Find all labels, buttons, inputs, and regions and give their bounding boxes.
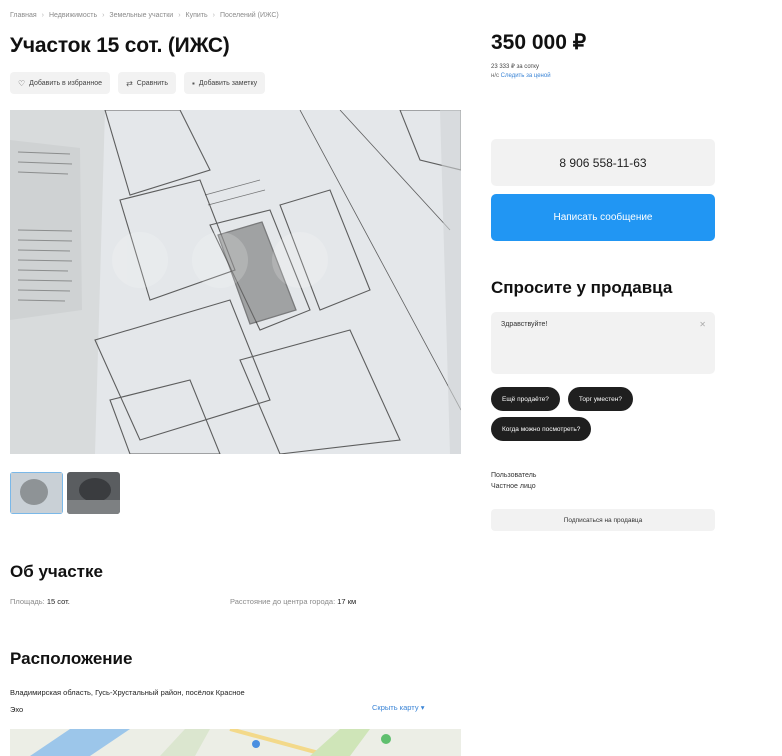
ask-seller-heading: Спросите у продавца	[491, 278, 673, 297]
note-icon: ▪	[191, 78, 195, 88]
param-area-value: 15 сот.	[46, 597, 70, 606]
heart-icon: ♡	[18, 78, 26, 88]
breadcrumb-separator: ›	[178, 12, 181, 19]
breadcrumb-separator: ›	[102, 12, 105, 19]
toggle-map-link[interactable]: Скрыть карту ▾	[372, 703, 424, 712]
about-params: Площадь: 15 сот. Расстояние до центра го…	[10, 597, 450, 606]
thumbnail-image	[10, 472, 63, 514]
show-phone-button[interactable]: 8 906 558-11-63	[491, 139, 715, 186]
add-note-button[interactable]: ▪ Добавить заметку	[183, 72, 266, 94]
address-line: Эхо	[10, 705, 24, 714]
price-history-prefix: н/с	[491, 73, 499, 79]
ask-seller-input[interactable]: Здравствуйте! ✕	[491, 312, 715, 374]
price-per-unit: 23 333 ₽ за сотку	[491, 64, 539, 70]
breadcrumb-separator: ›	[41, 12, 44, 19]
param-area-label: Площадь:	[10, 597, 45, 606]
listing-actions: ♡ Добавить в избранное ⇄ Сравнить ▪ Доба…	[10, 72, 266, 94]
param-distance-value: 17 км	[337, 597, 357, 606]
breadcrumb-separator: ›	[212, 12, 215, 19]
quick-questions: Ещё продаёте? Торг уместен? Когда можно …	[491, 387, 721, 441]
price-history: н/с Следить за ценой	[491, 73, 551, 79]
add-to-favorites-label: Добавить в избранное	[29, 79, 103, 87]
breadcrumb-item[interactable]: Поселений (ИЖС)	[220, 12, 279, 19]
quick-question-chip[interactable]: Когда можно посмотреть?	[491, 417, 592, 441]
breadcrumb: Главная › Недвижимость › Земельные участки…	[10, 12, 281, 19]
breadcrumb-item[interactable]: Земельные участки	[109, 12, 173, 19]
location-heading: Расположение	[10, 649, 133, 668]
address-line: Владимирская область, Гусь-Хрустальный р…	[10, 688, 245, 697]
breadcrumb-item[interactable]: Главная	[10, 12, 37, 19]
price: 350 000 ₽	[491, 31, 587, 54]
map-image	[10, 729, 461, 756]
phone-number: 8 906 558-11-63	[559, 155, 647, 170]
compare-icon: ⇄	[126, 78, 133, 88]
compare-label: Сравнить	[136, 79, 168, 87]
subscribe-seller-label: Подписаться на продавца	[563, 516, 643, 524]
ask-seller-text: Здравствуйте!	[501, 321, 548, 328]
seller-name[interactable]: Пользователь	[491, 470, 536, 481]
price-history-link[interactable]: Следить за ценой	[501, 73, 551, 79]
seller-info: Пользователь Частное лицо	[491, 470, 536, 492]
quick-question-chip[interactable]: Торг уместен?	[567, 387, 633, 411]
location-map[interactable]	[10, 729, 461, 756]
breadcrumb-item[interactable]: Купить	[186, 12, 208, 19]
add-to-favorites-button[interactable]: ♡ Добавить в избранное	[10, 72, 111, 94]
photo-gallery[interactable]	[10, 110, 461, 454]
quick-question-chip[interactable]: Ещё продаёте?	[491, 387, 560, 411]
thumbnail-1[interactable]	[10, 472, 63, 514]
toggle-map-label: Скрыть карту	[372, 703, 419, 712]
thumbnail-2[interactable]	[67, 472, 120, 514]
about-heading: Об участке	[10, 562, 103, 581]
page-title: Участок 15 сот. (ИЖС)	[10, 34, 230, 57]
param-area: Площадь: 15 сот.	[10, 597, 230, 606]
subscribe-seller-button[interactable]: Подписаться на продавца	[491, 509, 715, 531]
address: Владимирская область, Гусь-Хрустальный р…	[10, 684, 370, 718]
breadcrumb-item[interactable]: Недвижимость	[49, 12, 97, 19]
chevron-down-icon: ▾	[420, 703, 425, 712]
photo-thumbnails	[10, 472, 120, 514]
seller-type: Частное лицо	[491, 483, 536, 490]
thumbnail-image	[67, 472, 120, 514]
compare-button[interactable]: ⇄ Сравнить	[118, 72, 176, 94]
write-message-button[interactable]: Написать сообщение	[491, 194, 715, 241]
param-distance: Расстояние до центра города: 17 км	[230, 597, 450, 606]
write-message-label: Написать сообщение	[553, 212, 653, 223]
plot-plan-photo	[10, 110, 461, 454]
clear-icon[interactable]: ✕	[699, 320, 706, 329]
param-distance-label: Расстояние до центра города:	[230, 597, 336, 606]
add-note-label: Добавить заметку	[198, 79, 258, 87]
